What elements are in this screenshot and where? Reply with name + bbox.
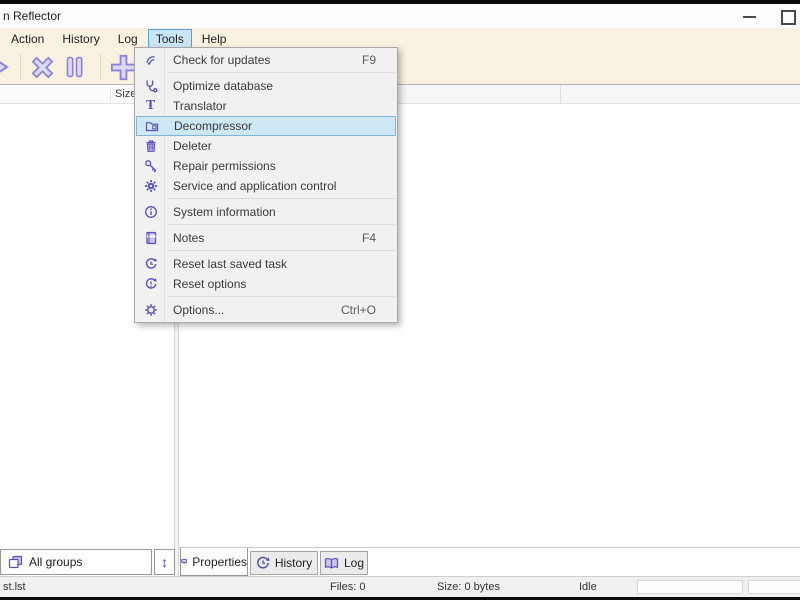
progress-bar [637, 580, 743, 594]
menu-separator [169, 296, 395, 298]
cancel-button[interactable] [30, 55, 55, 80]
menu-bar: Action History Log Tools Help [0, 28, 800, 50]
menu-item-decompressor[interactable]: Decompressor [136, 116, 396, 136]
tab-label: Properties [192, 554, 247, 569]
tab-log[interactable]: Log [320, 551, 368, 575]
toolbar-separator [100, 54, 101, 80]
menu-item-notes[interactable]: Notes F4 [136, 228, 396, 248]
group-filter-combobox[interactable]: All groups [0, 549, 152, 575]
menu-action[interactable]: Action [3, 29, 52, 49]
shortcut: F9 [361, 53, 376, 67]
play-button[interactable] [0, 54, 10, 80]
add-icon [110, 54, 137, 81]
notebook-icon [136, 231, 165, 245]
add-button[interactable] [110, 54, 137, 81]
menu-item-system-information[interactable]: System information [136, 202, 396, 222]
reset-icon [136, 257, 165, 271]
monitor-icon [181, 558, 188, 564]
menu-item-translator[interactable]: T Translator [136, 96, 396, 116]
tab-label: Log [343, 556, 365, 570]
toolbar [0, 50, 800, 85]
menu-item-reset-options[interactable]: Reset options [136, 274, 396, 294]
menu-item-deleter[interactable]: Deleter [136, 136, 396, 156]
reset-icon [136, 277, 165, 291]
toolbar-separator [20, 54, 21, 80]
trash-icon [136, 139, 165, 153]
tab-history[interactable]: History [250, 551, 318, 575]
menu-item-optimize-database[interactable]: Optimize database [136, 76, 396, 96]
menu-separator [169, 72, 395, 74]
menu-item-options[interactable]: Options... Ctrl+O [136, 300, 396, 320]
group-filter-value: All groups [29, 555, 83, 569]
title-bar: n Reflector [0, 4, 800, 28]
minimize-button[interactable] [733, 4, 767, 28]
pause-icon [66, 56, 83, 78]
menu-item-service-control[interactable]: Service and application control [136, 176, 396, 196]
maximize-button[interactable] [770, 4, 800, 28]
letter-t-icon: T [145, 98, 156, 113]
menu-separator [169, 198, 395, 200]
status-files-count: Files: 0 [330, 581, 366, 593]
tab-label: History [274, 556, 313, 570]
key-icon [136, 159, 165, 173]
status-state: Idle [579, 581, 597, 593]
info-icon [136, 205, 165, 219]
menu-separator [169, 224, 395, 226]
history-icon [256, 556, 270, 569]
pause-button[interactable] [64, 56, 85, 78]
menu-item-check-for-updates[interactable]: Check for updates F9 [136, 50, 396, 70]
maximize-icon [781, 10, 796, 25]
folder-icon [137, 119, 166, 133]
gear-outline-icon [136, 303, 165, 317]
menu-history[interactable]: History [54, 29, 107, 49]
play-icon [0, 61, 9, 73]
shortcut: Ctrl+O [340, 303, 376, 317]
menu-item-reset-last-saved-task[interactable]: Reset last saved task [136, 254, 396, 274]
stethoscope-icon [136, 79, 165, 93]
minimize-icon [743, 16, 756, 18]
cancel-icon [31, 56, 54, 79]
shortcut: F4 [361, 231, 376, 245]
gear-icon [136, 179, 165, 193]
menu-item-repair-permissions[interactable]: Repair permissions [136, 156, 396, 176]
progress-bar [748, 580, 800, 594]
column-divider [110, 87, 111, 102]
menu-separator [169, 250, 395, 252]
tab-properties[interactable]: Properties [180, 548, 248, 576]
folders-icon [8, 555, 23, 569]
tools-menu-popup: Check for updates F9 Optimize database T… [134, 47, 398, 323]
menu-log[interactable]: Log [110, 29, 146, 49]
menu-tools[interactable]: Tools [147, 29, 192, 49]
status-bar: st.lst Files: 0 Size: 0 bytes Idle [0, 576, 800, 597]
menu-help[interactable]: Help [194, 29, 235, 49]
window-title: n Reflector [3, 9, 62, 23]
sort-button[interactable]: ↕ [154, 549, 175, 575]
status-total-size: Size: 0 bytes [437, 581, 500, 593]
status-file-name: st.lst [3, 581, 26, 593]
wifi-icon [136, 53, 165, 67]
column-divider [560, 85, 561, 103]
app-window: n Reflector Action History Log Tools Hel… [0, 4, 800, 597]
updown-arrow-icon: ↕ [161, 554, 168, 570]
book-icon [324, 557, 339, 569]
